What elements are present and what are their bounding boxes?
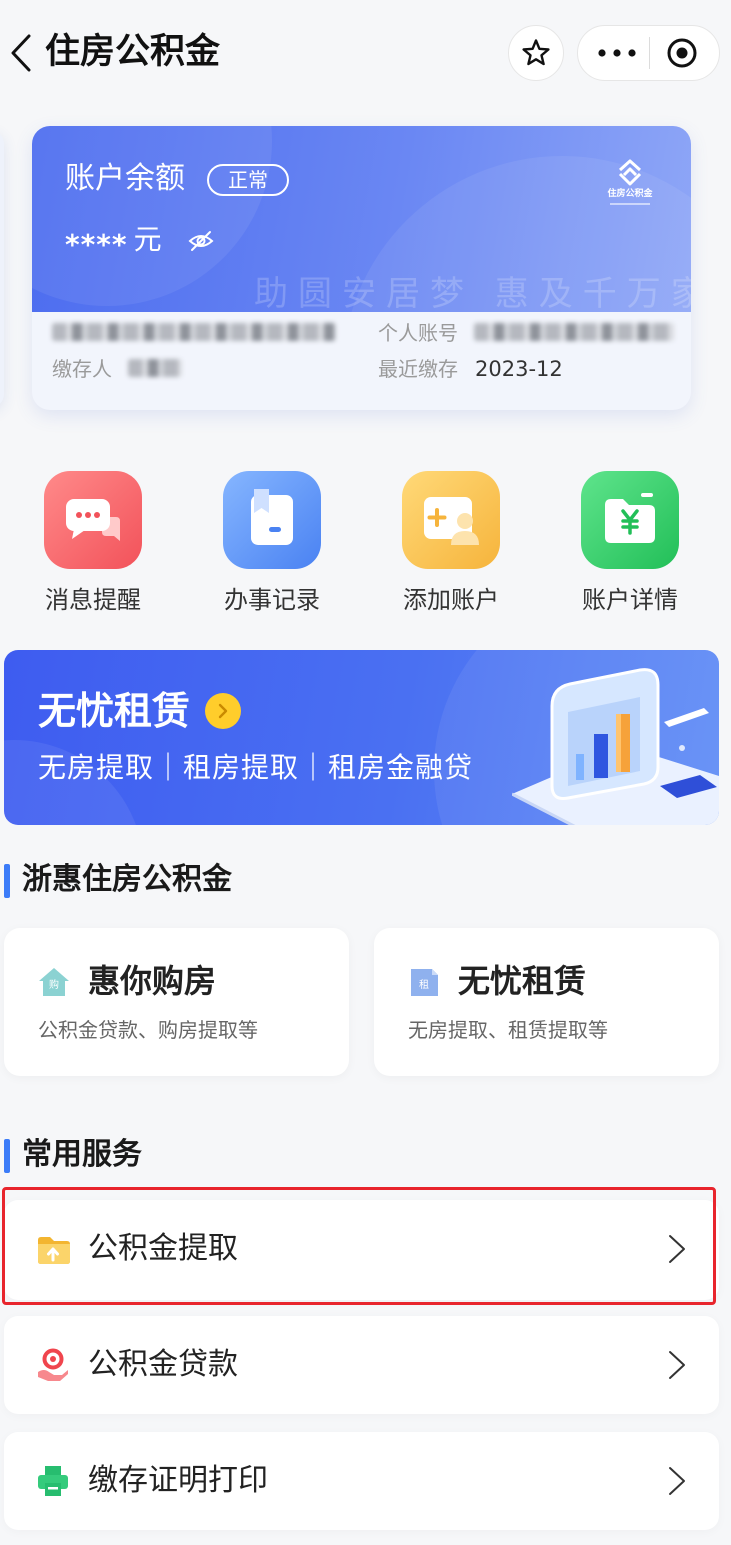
chevron-right-icon: [669, 1467, 685, 1495]
close-button[interactable]: [650, 26, 720, 80]
favorite-button[interactable]: [508, 25, 564, 81]
decor-circle: [32, 126, 272, 306]
status-badge: 正常: [207, 164, 289, 196]
feature-card-subtitle: 无房提取、租赁提取等: [408, 1018, 608, 1042]
featured-section-title: 浙惠住房公积金: [22, 862, 232, 897]
previous-card-edge: [0, 130, 4, 408]
nav-bar: 住房公积金: [0, 0, 731, 104]
add-account-icon: [402, 471, 500, 569]
rent-icon: 租: [408, 966, 440, 998]
add-account-icon-graphic: [424, 497, 479, 545]
balance-currency: 元: [133, 223, 162, 256]
more-dots-icon: [598, 49, 636, 57]
quick-action-label: 添加账户: [403, 586, 499, 614]
housing-fund-logo: 住房公积金: [598, 158, 662, 214]
account-number-label: 个人账号: [378, 321, 458, 345]
chart-device-illustration: [512, 668, 719, 825]
depositor-label: 缴存人: [52, 357, 112, 381]
service-item-loan[interactable]: 公积金贷款: [4, 1316, 719, 1414]
service-item-label: 缴存证明打印: [88, 1463, 268, 1498]
blurred-depositor-name: [128, 359, 182, 377]
feature-card-subtitle: 公积金贷款、购房提取等: [38, 1018, 258, 1042]
banner-subtitle: 无房提取｜租房提取｜租房金融贷: [38, 751, 474, 784]
quick-action-account-detail[interactable]: 账户详情: [555, 471, 705, 614]
quick-action-add-account[interactable]: 添加账户: [376, 471, 526, 614]
quick-action-messages[interactable]: 消息提醒: [18, 471, 168, 614]
chevron-left-icon: [11, 34, 31, 72]
logo-subline: [610, 203, 650, 205]
back-button[interactable]: [6, 32, 36, 74]
balance-label: 账户余额: [65, 161, 185, 196]
blurred-account-number: [474, 323, 674, 341]
quick-action-label: 办事记录: [224, 586, 320, 614]
services-section-title: 常用服务: [22, 1137, 142, 1172]
feature-card-rent[interactable]: 租 无忧租赁 无房提取、租赁提取等: [374, 928, 719, 1076]
balance-masked: ****: [65, 228, 128, 261]
section-accent-bar: [4, 1139, 10, 1173]
chevron-right-circle-icon: [218, 703, 228, 719]
rental-banner[interactable]: 无忧租赁 无房提取｜租房提取｜租房金融贷: [4, 650, 719, 825]
quick-action-records[interactable]: 办事记录: [197, 471, 347, 614]
capsule-menu: [577, 25, 720, 81]
printer-icon: [38, 1466, 68, 1496]
feature-card-house-purchase[interactable]: 购 惠你购房 公积金贷款、购房提取等: [4, 928, 349, 1076]
logo-text: 住房公积金: [607, 189, 653, 199]
feature-card-title: 惠你购房: [88, 962, 217, 1000]
account-card-header: 账户余额 正常 **** 元 住房公积金 助圆安居梦 惠及千万家: [32, 126, 691, 312]
house-purchase-icon: 购: [38, 966, 70, 998]
account-card[interactable]: 账户余额 正常 **** 元 住房公积金 助圆安居梦 惠及千万家 个人账号 缴存…: [32, 126, 691, 410]
quick-action-label: 账户详情: [582, 586, 678, 614]
eye-slash-icon[interactable]: [188, 230, 214, 252]
page-title: 住房公积金: [45, 32, 221, 72]
feature-card-title: 无忧租赁: [458, 962, 587, 1000]
account-detail-icon-graphic: [605, 493, 655, 543]
housing-fund-logo-icon: [618, 159, 642, 186]
last-deposit-label: 最近缴存: [378, 357, 458, 381]
quick-action-label: 消息提醒: [45, 586, 141, 614]
highlight-box: [2, 1187, 716, 1305]
account-detail-icon: [581, 471, 679, 569]
message-icon-graphic: [66, 499, 120, 541]
service-item-certificate-print[interactable]: 缴存证明打印: [4, 1432, 719, 1530]
service-item-label: 公积金贷款: [88, 1347, 238, 1382]
section-accent-bar: [4, 864, 10, 898]
balance-value: **** 元: [65, 220, 162, 260]
chevron-right-icon: [669, 1351, 685, 1379]
house-icon-text: 购: [49, 980, 59, 991]
slogan-watermark: 助圆安居梦 惠及千万家: [254, 274, 691, 312]
banner-title: 无忧租赁: [38, 689, 191, 733]
last-deposit-value: 2023-12: [475, 357, 563, 381]
record-icon-graphic: [251, 489, 293, 545]
rent-icon-text: 租: [419, 980, 429, 991]
message-icon: [44, 471, 142, 569]
record-icon: [223, 471, 321, 569]
blurred-account-name: [52, 323, 336, 341]
banner-arrow-button[interactable]: [205, 693, 241, 729]
target-icon: [667, 38, 697, 68]
more-button[interactable]: [578, 26, 649, 80]
star-icon: [522, 39, 550, 66]
loan-icon: [38, 1348, 68, 1381]
